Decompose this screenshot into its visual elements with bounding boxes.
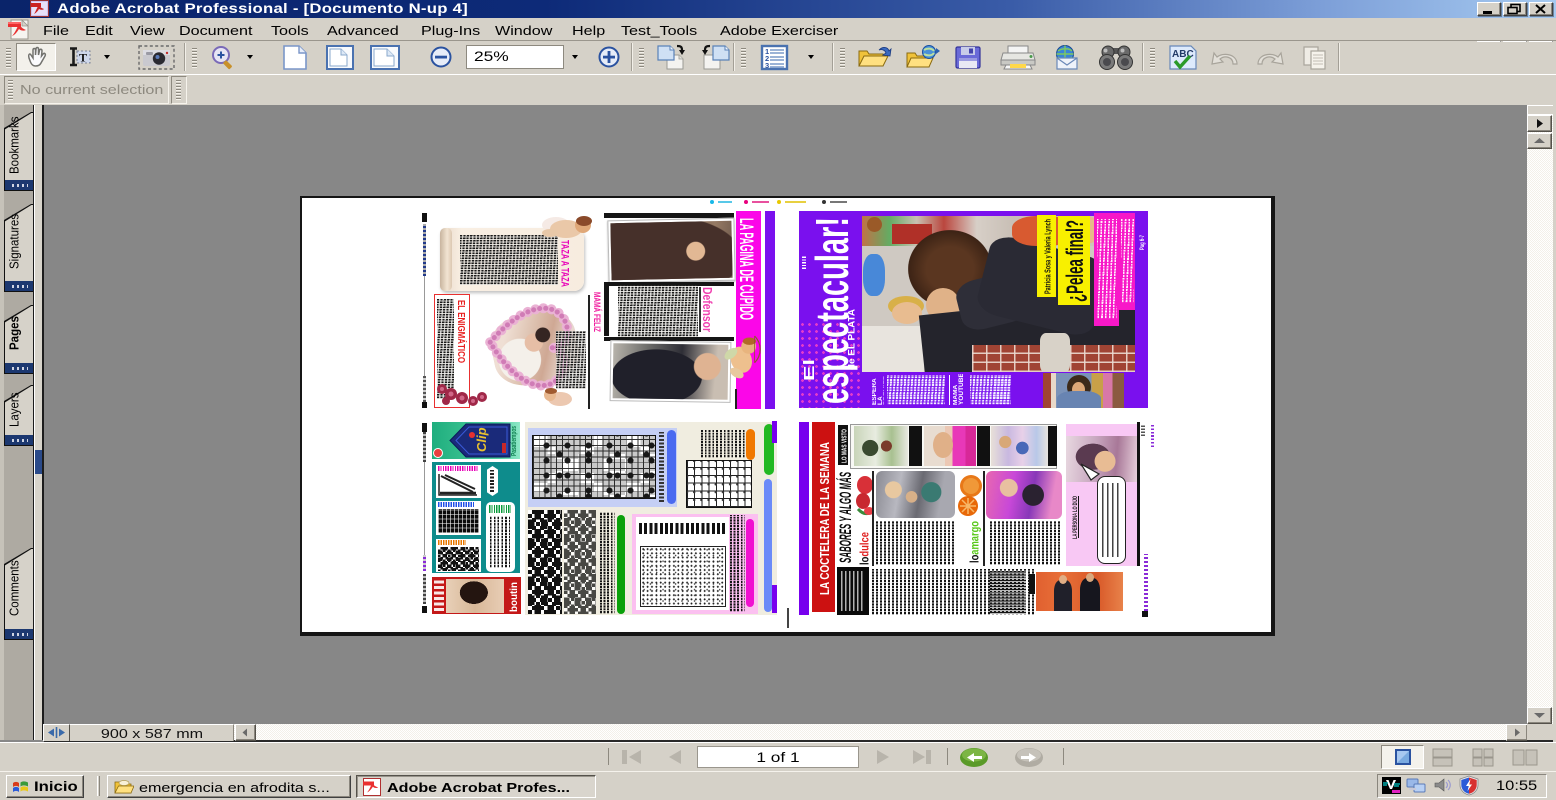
svg-text:SABORES Y ALGO MÁS: SABORES Y ALGO MÁS [836,472,855,563]
svg-text:LO MAS VISTO: LO MAS VISTO [840,429,849,463]
svg-text:LA COCTELERA DE LA SEMANA: LA COCTELERA DE LA SEMANA [817,442,832,595]
svg-text:El: El [801,359,818,381]
svg-text:ABC: ABC [1172,49,1194,60]
svg-text:EL ENIGMÁTICO: EL ENIGMÁTICO [455,300,468,363]
svg-text:3: 3 [765,61,769,70]
svg-text:Pag 6-7: Pag 6-7 [1139,235,1146,250]
svg-text:loamargo: loamargo [968,521,982,563]
svg-text:T: T [79,51,87,65]
svg-text:¿Pelea final?: ¿Pelea final? [1062,220,1089,302]
svg-text:Patricia Sosa y Valeria Lynch: Patricia Sosa y Valeria Lynch [1043,219,1053,294]
svg-text:MAMÁ FELIZ: MAMÁ FELIZ [591,292,602,332]
svg-text:TAZA A TAZA: TAZA A TAZA [559,240,571,287]
svg-text:Defensor: Defensor [700,287,715,332]
svg-text:LA PAGINA DE CUPIDO: LA PAGINA DE CUPIDO [735,218,756,320]
svg-text:Clip: Clip [474,427,489,452]
svg-text:de EL PLATA: de EL PLATA [847,309,858,370]
svg-text:lodulce: lodulce [858,532,872,565]
svg-text:Pasatiempos: Pasatiempos [511,426,518,456]
svg-text:boutin: boutin [509,582,520,612]
